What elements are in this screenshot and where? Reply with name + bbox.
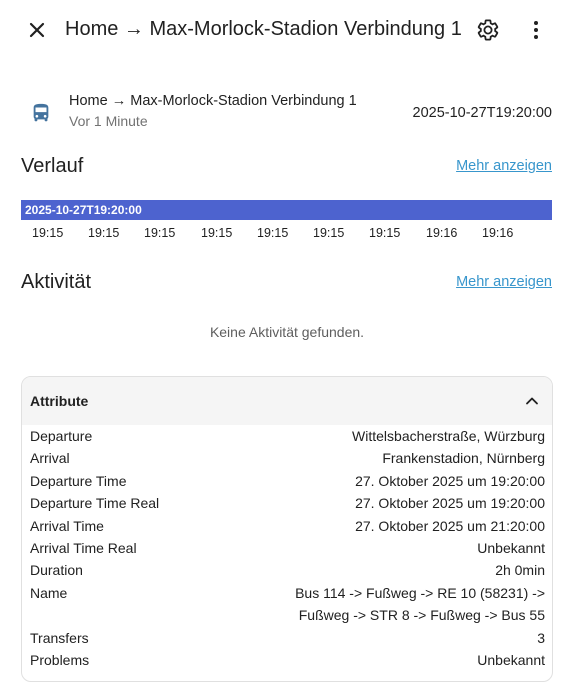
dialog-title: Home → Max-Morlock-Stadion Verbindung 1 <box>65 18 462 40</box>
activity-more-link[interactable]: Mehr anzeigen <box>456 273 552 291</box>
entity-name: Home → Max-Morlock-Stadion Verbindung 1 <box>69 93 357 109</box>
timeline-tick: 19:15 <box>88 226 120 240</box>
attribute-value: 2h 0min <box>495 562 545 579</box>
timeline-bar-label: 2025-10-27T19:20:00 <box>25 203 142 217</box>
timeline-tick: 19:15 <box>369 226 401 240</box>
attribute-key: Duration <box>30 562 83 579</box>
attribute-value: 3 <box>537 629 545 646</box>
attribute-value: 27. Oktober 2025 um 19:20:00 <box>355 472 545 489</box>
dialog-header: Home → Max-Morlock-Stadion Verbindung 1 <box>0 0 561 60</box>
timeline-tick: 19:15 <box>201 226 233 240</box>
timeline-tick: 19:15 <box>32 226 64 240</box>
attribute-value-line: Bus 114 -> Fußweg -> RE 10 (58231) -> <box>295 584 545 601</box>
activity-empty-text: Keine Aktivität gefunden. <box>209 324 365 340</box>
bus-icon <box>33 103 49 122</box>
attribute-key: Transfers <box>30 629 89 646</box>
history-timeline-bar[interactable]: 2025-10-27T19:20:00 <box>21 200 552 220</box>
attribute-key: Arrival Time Real <box>30 540 137 556</box>
attribute-key: Problems <box>30 652 90 668</box>
more-options-button[interactable] <box>516 10 556 50</box>
chevron-up-icon <box>526 397 538 405</box>
more-vert-icon <box>534 21 538 39</box>
history-title: Verlauf <box>21 155 84 177</box>
attribute-key: Departure <box>30 428 93 444</box>
history-more-link[interactable]: Mehr anzeigen <box>456 157 552 175</box>
timeline-tick: 19:16 <box>482 226 514 240</box>
timeline-tick: 19:16 <box>426 226 458 240</box>
entity-state: 2025-10-27T19:20:00 <box>412 105 552 121</box>
attribute-key: Arrival <box>30 450 70 467</box>
attribute-value: 27. Oktober 2025 um 19:20:00 <box>355 495 545 512</box>
attribute-key: Departure Time <box>30 472 127 489</box>
attributes-card: Attribute Departure Wittelsbacherstraße,… <box>21 376 553 682</box>
attribute-value: Bus 114 -> Fußweg -> RE 10 (58231) -> Fu… <box>295 582 545 627</box>
close-button[interactable] <box>17 10 57 50</box>
attribute-value: Wittelsbacherstraße, Würzburg <box>352 428 545 444</box>
attribute-value: Frankenstadion, Nürnberg <box>382 450 545 467</box>
attribute-key: Arrival Time <box>30 517 104 534</box>
entity-row: Home → Max-Morlock-Stadion Verbindung 1 … <box>0 88 561 134</box>
activity-title: Aktivität <box>21 271 92 293</box>
attribute-value: Unbekannt <box>477 540 545 556</box>
attribute-value: Unbekannt <box>477 652 545 668</box>
attribute-key: Departure Time Real <box>30 495 160 512</box>
timeline-tick: 19:15 <box>313 226 345 240</box>
attributes-title: Attribute <box>30 393 89 409</box>
close-icon <box>29 22 45 38</box>
settings-button[interactable] <box>468 10 508 50</box>
gear-icon <box>477 19 499 41</box>
attribute-row: Name Bus 114 -> Fußweg -> RE 10 (58231) … <box>30 582 545 627</box>
entity-last-changed: Vor 1 Minute <box>69 113 148 129</box>
timeline-tick: 19:15 <box>144 226 176 240</box>
timeline-tick: 19:15 <box>257 226 289 240</box>
attribute-value: 27. Oktober 2025 um 21:20:00 <box>355 517 545 534</box>
attributes-header[interactable]: Attribute <box>22 377 552 425</box>
attribute-key: Name <box>30 584 68 601</box>
attribute-value-line: Fußweg -> STR 8 -> Fußweg -> Bus 55 <box>298 607 545 624</box>
